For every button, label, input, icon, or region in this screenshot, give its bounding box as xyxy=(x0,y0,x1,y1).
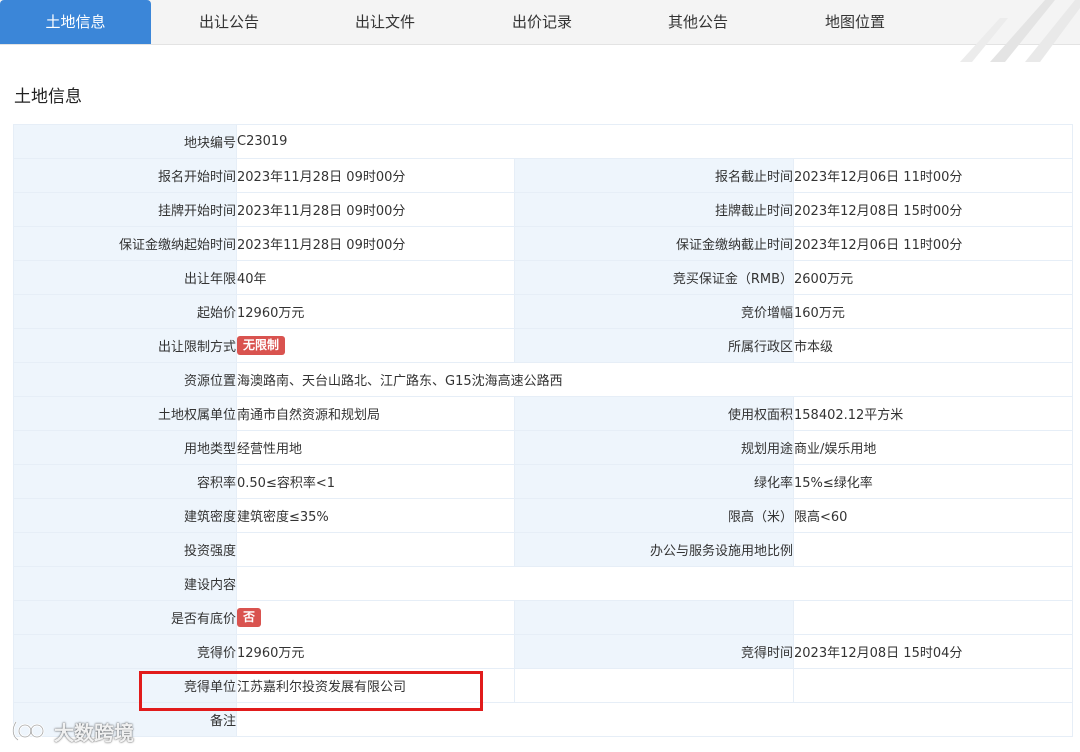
list-end-value: 2023年12月08日 15时00分 xyxy=(792,192,1074,227)
tab-land-info[interactable]: 土地信息 xyxy=(0,0,151,44)
density-value: 建筑密度≤35% xyxy=(236,498,515,533)
reg-end-value: 2023年12月06日 11时00分 xyxy=(792,158,1074,193)
owner-label: 土地权属单位 xyxy=(13,396,237,431)
winner-label: 竞得单位 xyxy=(13,668,237,703)
invest-label: 投资强度 xyxy=(13,532,237,567)
green-value: 15%≤绿化率 xyxy=(792,464,1074,499)
empty-label-cell xyxy=(514,600,794,635)
parcel-no-label: 地块编号 xyxy=(13,124,237,159)
table-row: 建设内容 xyxy=(13,566,1074,601)
table-row: 投资强度 办公与服务设施用地比例 xyxy=(13,532,1074,567)
table-row: 容积率 0.50≤容积率<1 绿化率 15%≤绿化率 xyxy=(13,464,1074,499)
table-row: 土地权属单位 南通市自然资源和规划局 使用权面积 158402.12平方米 xyxy=(13,396,1074,431)
table-row: 起始价 12960万元 竞价增幅 160万元 xyxy=(13,294,1074,329)
table-row: 保证金缴纳起始时间 2023年11月28日 09时00分 保证金缴纳截止时间 2… xyxy=(13,226,1074,261)
area-value: 158402.12平方米 xyxy=(792,396,1074,431)
list-start-value: 2023年11月28日 09时00分 xyxy=(236,192,515,227)
tab-transfer-documents[interactable]: 出让文件 xyxy=(312,0,458,44)
term-value: 40年 xyxy=(236,260,515,295)
empty-cell xyxy=(514,668,794,703)
win-price-label: 竞得价 xyxy=(13,634,237,669)
owner-value: 南通市自然资源和规划局 xyxy=(236,396,515,431)
table-row: 报名开始时间 2023年11月28日 09时00分 报名截止时间 2023年12… xyxy=(13,158,1074,193)
table-row: 挂牌开始时间 2023年11月28日 09时00分 挂牌截止时间 2023年12… xyxy=(13,192,1074,227)
empty-value-cell xyxy=(792,600,1074,635)
empty-cell xyxy=(792,668,1074,703)
term-label: 出让年限 xyxy=(13,260,237,295)
height-value: 限高<60 xyxy=(792,498,1074,533)
table-row: 地块编号 C23019 xyxy=(13,124,1074,159)
win-time-value: 2023年12月08日 15时04分 xyxy=(792,634,1074,669)
win-time-label: 竞得时间 xyxy=(514,634,794,669)
watermark: 大数跨境 xyxy=(10,716,134,746)
list-end-label: 挂牌截止时间 xyxy=(514,192,794,227)
winner-value: 江苏嘉利尔投资发展有限公司 xyxy=(236,668,515,703)
table-row: 出让限制方式 无限制 所属行政区 市本级 xyxy=(13,328,1074,363)
win-price-value: 12960万元 xyxy=(236,634,515,669)
height-label: 限高（米） xyxy=(514,498,794,533)
deposit-value: 2600万元 xyxy=(792,260,1074,295)
increment-label: 竞价增幅 xyxy=(514,294,794,329)
location-value: 海澳路南、天台山路北、江广路东、G15沈海高速公路西 xyxy=(235,362,1074,397)
land-type-value: 经营性用地 xyxy=(236,430,515,465)
planned-use-label: 规划用途 xyxy=(514,430,794,465)
start-price-value: 12960万元 xyxy=(236,294,515,329)
tab-transfer-notice[interactable]: 出让公告 xyxy=(156,0,302,44)
district-label: 所属行政区 xyxy=(514,328,794,363)
land-type-label: 用地类型 xyxy=(13,430,237,465)
reg-end-label: 报名截止时间 xyxy=(514,158,794,193)
reserve-cell: 否 xyxy=(236,600,515,635)
deposit-label: 竞买保证金（RMB） xyxy=(514,260,794,295)
invest-value xyxy=(236,532,515,567)
increment-value: 160万元 xyxy=(792,294,1074,329)
reserve-label: 是否有底价 xyxy=(13,600,237,635)
content-value xyxy=(235,566,1074,601)
content-label: 建设内容 xyxy=(13,566,237,601)
deposit-start-label: 保证金缴纳起始时间 xyxy=(13,226,237,261)
watermark-logo-icon xyxy=(12,721,45,741)
deposit-end-label: 保证金缴纳截止时间 xyxy=(514,226,794,261)
district-value: 市本级 xyxy=(792,328,1074,363)
table-row: 竞得价 12960万元 竞得时间 2023年12月08日 15时04分 xyxy=(13,634,1074,669)
density-label: 建筑密度 xyxy=(13,498,237,533)
tab-other-notices[interactable]: 其他公告 xyxy=(625,0,771,44)
reg-start-label: 报名开始时间 xyxy=(13,158,237,193)
restriction-label: 出让限制方式 xyxy=(13,328,237,363)
office-ratio-value xyxy=(792,532,1074,567)
parcel-no-value: C23019 xyxy=(235,124,1074,159)
watermark-text: 大数跨境 xyxy=(54,720,134,745)
deposit-start-value: 2023年11月28日 09时00分 xyxy=(236,226,515,261)
reserve-badge: 否 xyxy=(237,608,262,627)
far-value: 0.50≤容积率<1 xyxy=(236,464,515,499)
start-price-label: 起始价 xyxy=(13,294,237,329)
restriction-badge: 无限制 xyxy=(237,336,286,355)
remark-value xyxy=(235,702,1074,737)
office-ratio-label: 办公与服务设施用地比例 xyxy=(514,532,794,567)
reg-start-value: 2023年11月28日 09时00分 xyxy=(236,158,515,193)
table-row: 是否有底价 否 xyxy=(13,600,1074,635)
planned-use-value: 商业/娱乐用地 xyxy=(792,430,1074,465)
table-row: 备注 xyxy=(13,702,1074,737)
section-title: 土地信息 xyxy=(14,87,82,107)
restriction-cell: 无限制 xyxy=(236,328,515,363)
table-row: 出让年限 40年 竞买保证金（RMB） 2600万元 xyxy=(13,260,1074,295)
tab-bid-records[interactable]: 出价记录 xyxy=(469,0,615,44)
area-label: 使用权面积 xyxy=(514,396,794,431)
list-start-label: 挂牌开始时间 xyxy=(13,192,237,227)
land-info-table: 地块编号 C23019 报名开始时间 2023年11月28日 09时00分 报名… xyxy=(13,124,1074,737)
green-label: 绿化率 xyxy=(514,464,794,499)
table-row: 竞得单位 江苏嘉利尔投资发展有限公司 xyxy=(13,668,1074,703)
tab-map-location[interactable]: 地图位置 xyxy=(782,0,928,44)
location-label: 资源位置 xyxy=(13,362,237,397)
table-row: 建筑密度 建筑密度≤35% 限高（米） 限高<60 xyxy=(13,498,1074,533)
table-row: 资源位置 海澳路南、天台山路北、江广路东、G15沈海高速公路西 xyxy=(13,362,1074,397)
table-row: 用地类型 经营性用地 规划用途 商业/娱乐用地 xyxy=(13,430,1074,465)
tab-bar: 土地信息 出让公告 出让文件 出价记录 其他公告 地图位置 xyxy=(0,0,1080,62)
far-label: 容积率 xyxy=(13,464,237,499)
deposit-end-value: 2023年12月06日 11时00分 xyxy=(792,226,1074,261)
